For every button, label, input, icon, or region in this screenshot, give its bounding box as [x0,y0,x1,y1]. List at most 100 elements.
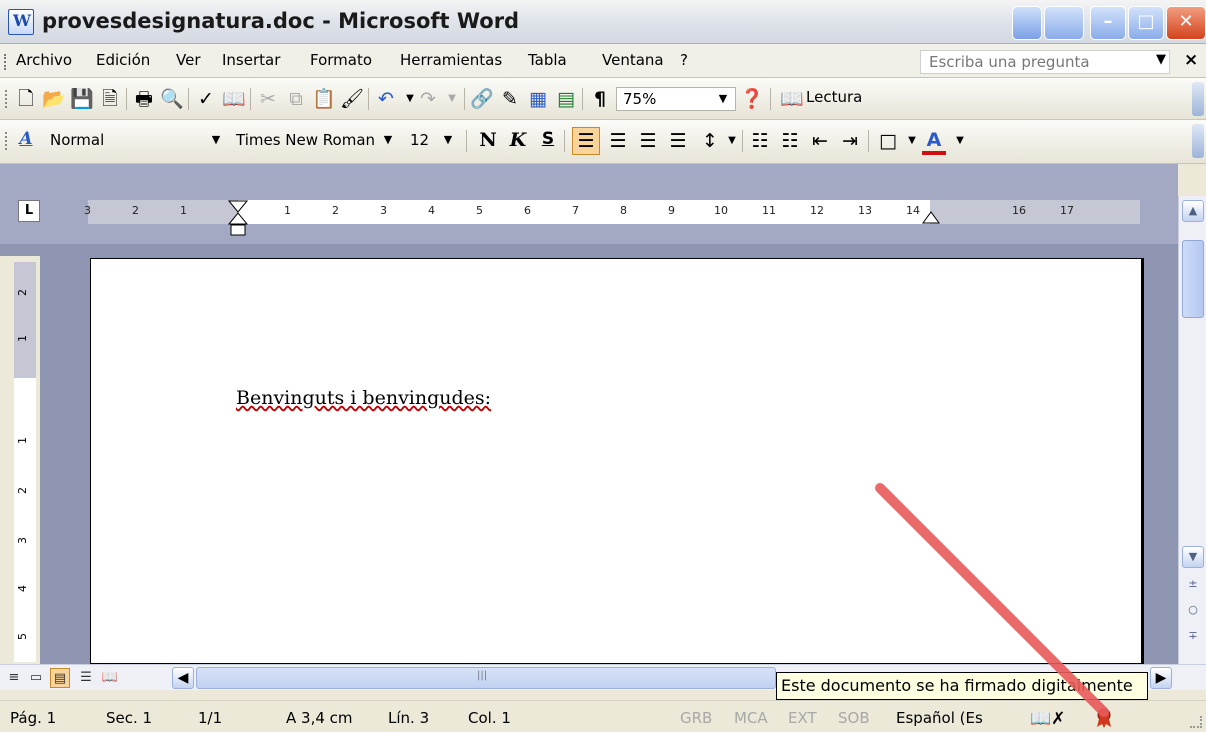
format-painter-icon[interactable]: 🖌 [340,87,364,111]
align-right-icon[interactable]: ☰ [636,129,660,153]
save-icon[interactable]: 💾 [70,87,94,111]
underline-button[interactable]: S [536,129,560,153]
menu-ver[interactable]: Ver [176,51,201,69]
next-page-icon[interactable]: ∓ [1182,626,1204,648]
borders-dropdown-icon[interactable]: ▼ [900,129,924,153]
digital-signature-icon[interactable] [1094,707,1114,729]
normal-view-icon[interactable]: ≡ [4,668,24,688]
cut-icon[interactable]: ✂ [256,87,280,111]
toolbar-grip[interactable] [5,132,8,150]
align-center-icon[interactable]: ☰ [606,129,630,153]
tab-selector-button[interactable]: L [18,200,40,222]
resize-grip[interactable] [1190,716,1202,728]
insert-table-icon[interactable]: ▦ [526,87,550,111]
browse-object-icon[interactable]: ○ [1182,600,1204,622]
document-close-icon[interactable]: × [1184,50,1198,70]
reading-view-icon[interactable]: 📖 [100,668,120,688]
redo-icon[interactable]: ↷ [416,87,440,111]
redo-dropdown-icon[interactable]: ▼ [440,87,464,111]
toolbar-options-chevron-icon[interactable] [1192,124,1204,158]
font-color-icon[interactable]: A [922,129,946,155]
justify-icon[interactable]: ☰ [666,129,690,153]
horizontal-scroll-thumb[interactable]: ||| [196,667,776,689]
toolbar-grip[interactable] [5,90,8,108]
style-combo[interactable]: Normal ▼ [44,129,228,153]
font-color-dropdown-icon[interactable]: ▼ [948,129,972,153]
copy-icon[interactable]: ⧉ [284,87,308,111]
permission-icon[interactable]: 🗎 [98,87,122,111]
right-indent-marker-icon[interactable] [922,210,940,224]
undo-icon[interactable]: ↶ [374,87,398,111]
word-app-icon[interactable] [8,9,34,35]
horizontal-ruler[interactable]: 3 2 1 1 2 3 4 5 6 7 8 9 10 11 12 13 14 1… [84,200,1140,236]
menu-tabla[interactable]: Tabla [528,51,567,69]
numbering-icon[interactable]: ☷ [748,129,772,153]
spelling-icon[interactable]: ✓ [194,87,218,111]
menu-edicion[interactable]: Edición [96,51,150,69]
status-record-macro[interactable]: GRB [680,709,712,727]
print-view-icon[interactable]: ▤ [50,668,70,688]
new-icon[interactable]: 🗋 [14,87,38,111]
paste-icon[interactable]: 📋 [312,87,336,111]
line-spacing-icon[interactable]: ↕ [698,129,722,153]
bullets-icon[interactable]: ☷ [778,129,802,153]
menu-ventana[interactable]: Ventana [602,51,664,69]
scroll-left-button[interactable]: ◀ [172,667,194,689]
borders-icon[interactable]: □ [876,129,900,153]
menu-help[interactable]: ? [680,51,688,69]
hyperlink-icon[interactable]: 🔗 [470,87,494,111]
insert-excel-icon[interactable]: ▤ [554,87,578,111]
minimize-button[interactable]: – [1090,6,1126,40]
bold-button[interactable]: N [476,129,500,153]
decrease-indent-icon[interactable]: ⇤ [808,129,832,153]
print-icon[interactable]: 🖶 [132,87,156,111]
menu-grip[interactable] [4,54,7,70]
research-icon[interactable]: 📖 [222,87,246,111]
maximize-button[interactable]: □ [1128,6,1164,40]
title-extra-button[interactable] [1044,6,1084,40]
status-language[interactable]: Español (Es [896,709,983,727]
scroll-thumb[interactable] [1182,240,1204,318]
menu-herramientas[interactable]: Herramientas [400,51,502,69]
ask-question-input[interactable]: Escriba una pregunta [920,50,1170,74]
document-page[interactable]: Benvinguts i benvingudes: [90,258,1144,664]
status-position: A 3,4 cm [286,709,353,727]
show-formatting-icon[interactable]: ¶ [588,87,612,111]
scroll-right-button[interactable]: ▶ [1150,667,1172,689]
previous-page-icon[interactable]: ± [1182,574,1204,596]
web-view-icon[interactable]: ▭ [26,668,46,688]
open-icon[interactable]: 📂 [42,87,66,111]
menu-archivo[interactable]: Archivo [16,51,72,69]
help-icon[interactable]: ❓ [740,87,764,111]
close-icon: ✕ [1178,11,1194,32]
scroll-up-button[interactable]: ▲ [1182,200,1204,222]
styles-pane-icon[interactable]: A [14,129,38,153]
ask-dropdown-icon[interactable]: ▼ [1156,52,1166,67]
scroll-down-button[interactable]: ▼ [1182,546,1204,568]
title-help-button[interactable] [1012,6,1042,40]
font-combo[interactable]: Times New Roman ▼ [230,129,400,153]
status-track-changes[interactable]: MCA [734,709,768,727]
increase-indent-icon[interactable]: ⇥ [838,129,862,153]
outline-view-icon[interactable]: ☰ [76,668,96,688]
align-left-icon[interactable]: ☰ [572,127,600,155]
status-extend[interactable]: EXT [788,709,817,727]
close-button[interactable]: ✕ [1166,6,1206,40]
vertical-scrollbar[interactable]: ▲ ▼ ± ○ ∓ [1178,196,1206,664]
line-spacing-dropdown-icon[interactable]: ▼ [720,129,744,153]
toolbar-options-chevron-icon[interactable] [1192,82,1204,116]
menu-insertar[interactable]: Insertar [222,51,280,69]
lectura-button[interactable]: Lectura [806,88,862,106]
spelling-status-icon[interactable]: 📖✗ [1030,709,1065,729]
print-preview-icon[interactable]: 🔍 [160,87,184,111]
menu-formato[interactable]: Formato [310,51,372,69]
zoom-combo[interactable]: 75% ▼ [616,87,736,111]
italic-button[interactable]: K [506,129,530,153]
indent-marker-icon[interactable] [228,200,250,240]
tables-borders-icon[interactable]: ✎ [498,87,522,111]
size-combo[interactable]: 12 ▼ [404,129,460,153]
document-text[interactable]: Benvinguts i benvingudes: [236,387,491,409]
read-icon[interactable]: 📖 [780,87,804,111]
vertical-ruler[interactable]: 2 1 1 2 3 4 5 [14,262,36,662]
status-overtype[interactable]: SOB [838,709,870,727]
